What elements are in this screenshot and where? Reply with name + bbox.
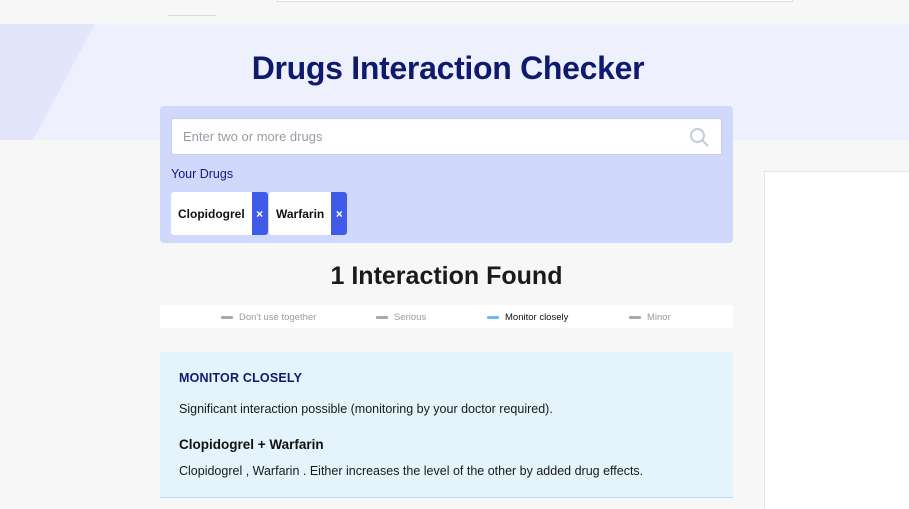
- legend-item-minor[interactable]: Minor: [629, 312, 671, 323]
- legend-label: Minor: [647, 312, 671, 323]
- drug-chip-label: Clopidogrel: [178, 206, 245, 221]
- severity-heading: MONITOR CLOSELY: [179, 371, 303, 385]
- your-drugs-label: Your Drugs: [171, 167, 234, 181]
- legend-swatch: [487, 316, 499, 319]
- top-bar-box: [277, 0, 793, 2]
- legend-item-monitor-closely[interactable]: Monitor closely: [487, 312, 568, 323]
- remove-drug-button[interactable]: ×: [331, 192, 348, 235]
- drug-pair-title: Clopidogrel + Warfarin: [179, 437, 324, 452]
- legend-label: Serious: [394, 312, 427, 323]
- top-divider: [168, 15, 216, 16]
- drug-input-panel: Enter two or more drugs Your Drugs Clopi…: [160, 106, 733, 243]
- page-title: Drugs Interaction Checker: [251, 50, 645, 86]
- severity-description: Significant interaction possible (monito…: [179, 402, 553, 416]
- legend-label: Don't use together: [239, 312, 317, 323]
- search-input[interactable]: Enter two or more drugs: [171, 118, 722, 155]
- sidebar-panel: [764, 171, 909, 509]
- interaction-detail: Clopidogrel , Warfarin . Either increase…: [179, 464, 644, 478]
- legend-item-serious[interactable]: Serious: [376, 312, 426, 323]
- remove-drug-button[interactable]: ×: [251, 192, 268, 235]
- drug-chip-warfarin: Warfarin ×: [269, 192, 348, 235]
- interaction-card: MONITOR CLOSELY Significant interaction …: [160, 352, 733, 498]
- results-heading: 1 Interaction Found: [330, 262, 563, 290]
- legend-swatch: [376, 316, 388, 319]
- legend-label: Monitor closely: [505, 312, 569, 323]
- legend-item-dont-use[interactable]: Don't use together: [221, 312, 316, 323]
- severity-legend: Don't use together Serious Monitor close…: [160, 305, 733, 328]
- search-icon[interactable]: [689, 127, 709, 147]
- legend-swatch: [221, 316, 233, 319]
- drug-chip-clopidogrel: Clopidogrel ×: [171, 192, 268, 235]
- drug-chip-label: Warfarin: [276, 206, 325, 221]
- search-placeholder: Enter two or more drugs: [183, 129, 323, 144]
- legend-swatch: [629, 316, 641, 319]
